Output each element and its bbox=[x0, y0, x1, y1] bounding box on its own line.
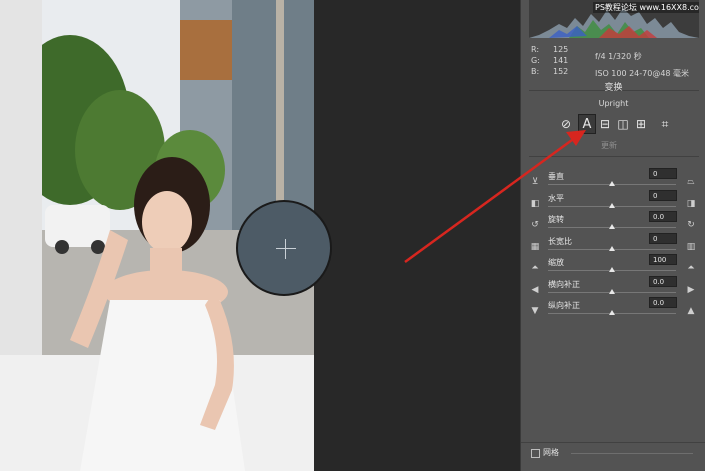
update-button[interactable]: 更新 bbox=[601, 140, 617, 151]
develop-panel: PS教程论坛 www.16XX8.com R: 125 G: 141 B: 152 f… bbox=[520, 0, 705, 471]
rgb-value: 152 bbox=[553, 67, 569, 76]
upright-level-button[interactable]: ⊟ bbox=[596, 114, 614, 134]
horizontal-left-icon[interactable]: ◧ bbox=[529, 198, 541, 210]
loupe-magnifier[interactable] bbox=[236, 200, 332, 296]
slider-thumb[interactable] bbox=[609, 245, 615, 251]
section-title-transform[interactable]: 变换 bbox=[521, 80, 705, 93]
grid-checkbox[interactable] bbox=[531, 449, 540, 458]
slider-value-field[interactable]: 0 bbox=[649, 189, 677, 201]
canvas-background bbox=[314, 0, 520, 471]
grid-slider-track[interactable] bbox=[571, 453, 663, 454]
upright-vertical-button[interactable]: ◫ bbox=[614, 114, 632, 134]
slider-value-field[interactable]: 0.0 bbox=[649, 275, 677, 287]
level-icon: ⊟ bbox=[599, 117, 611, 131]
slider-thumb[interactable] bbox=[609, 202, 615, 208]
rgb-row-b: B: 152 bbox=[531, 66, 568, 77]
aspect-right-icon[interactable]: ▥ bbox=[685, 241, 697, 253]
slider-aspect: ▦ 长宽比 0 ▥ bbox=[521, 232, 705, 257]
slider-value-field[interactable]: 100 bbox=[649, 254, 677, 265]
crosshair-vertical bbox=[285, 239, 286, 259]
slider-thumb[interactable] bbox=[609, 181, 615, 186]
rgb-readout: R: 125 G: 141 B: 152 bbox=[531, 44, 568, 77]
grid-label: 网格 bbox=[543, 448, 559, 457]
arrow-right-icon[interactable]: ▶ bbox=[685, 284, 697, 296]
upright-guided-button[interactable]: ⌗ bbox=[656, 114, 674, 134]
rotate-left-icon[interactable]: ↺ bbox=[529, 219, 541, 231]
rgb-value: 125 bbox=[553, 45, 569, 54]
slider-label: 长宽比 bbox=[548, 236, 572, 246]
scale-up-icon[interactable]: ⏶ bbox=[685, 262, 697, 274]
slider-value-field[interactable]: 0.0 bbox=[649, 211, 677, 222]
upright-off-button[interactable]: ⊘ bbox=[557, 114, 575, 134]
crosshair-icon bbox=[276, 248, 296, 249]
slider-value-field[interactable]: 0 bbox=[649, 232, 677, 244]
slider-scale: ⏶ 缩放 100 ⏶ bbox=[521, 254, 705, 278]
slider-value-field[interactable]: 0.0 bbox=[649, 297, 677, 308]
horizontal-right-icon[interactable]: ◨ bbox=[685, 198, 697, 210]
aspect-left-icon[interactable]: ▦ bbox=[529, 241, 541, 253]
rgb-row-r: R: 125 bbox=[531, 44, 568, 55]
slider-thumb[interactable] bbox=[609, 310, 615, 315]
exposure-info: f/4 1/320 秒 bbox=[595, 52, 642, 61]
scale-down-icon[interactable]: ⏶ bbox=[529, 262, 541, 274]
slider-y-offset: ▼ 纵向补正 0.0 ▲ bbox=[521, 297, 705, 321]
arrow-left-icon[interactable]: ◀ bbox=[529, 284, 541, 296]
slider-label: 纵向补正 bbox=[548, 301, 580, 310]
slider-label: 水平 bbox=[548, 193, 564, 203]
slider-x-offset: ◀ 横向补正 0.0 ▶ bbox=[521, 275, 705, 300]
watermark-text: PS教程论坛 www.16XX8.com bbox=[593, 2, 699, 13]
vertical-right-icon[interactable]: ⏢ bbox=[685, 176, 697, 188]
vertical-icon: ◫ bbox=[617, 117, 629, 131]
rgb-row-g: G: 141 bbox=[531, 55, 568, 66]
slider-thumb[interactable] bbox=[609, 267, 615, 272]
upright-full-button[interactable]: ⊞ bbox=[632, 114, 650, 134]
rgb-label: R: bbox=[531, 45, 540, 54]
rgb-value: 141 bbox=[553, 56, 569, 65]
slider-label: 缩放 bbox=[548, 258, 564, 267]
rgb-label: G: bbox=[531, 56, 540, 65]
arrow-up-icon[interactable]: ▲ bbox=[685, 305, 697, 317]
slider-thumb[interactable] bbox=[609, 288, 615, 294]
divider bbox=[529, 156, 699, 157]
histogram: PS教程论坛 www.16XX8.com bbox=[529, 0, 699, 38]
auto-a-icon: A bbox=[582, 116, 592, 132]
rotate-right-icon[interactable]: ↻ bbox=[685, 219, 697, 231]
camera-info: f/4 1/320 秒 ISO 100 24-70@48 毫米 bbox=[595, 48, 689, 82]
upright-auto-button[interactable]: A bbox=[578, 114, 596, 134]
slider-label: 垂直 bbox=[548, 172, 564, 181]
grid-slider-track-end bbox=[663, 453, 693, 454]
grid-control: 网格 bbox=[521, 442, 705, 463]
slider-value-field[interactable]: 0 bbox=[649, 168, 677, 179]
slider-vertical: ⊻ 垂直 0 ⏢ bbox=[521, 168, 705, 192]
slider-rotate: ↺ 旋转 0.0 ↻ bbox=[521, 211, 705, 235]
full-grid-icon: ⊞ bbox=[635, 117, 647, 131]
rgb-label: B: bbox=[531, 67, 540, 76]
arrow-down-icon[interactable]: ▼ bbox=[529, 305, 541, 317]
slider-label: 横向补正 bbox=[548, 279, 580, 289]
guided-crop-icon: ⌗ bbox=[661, 116, 669, 131]
slider-label: 旋转 bbox=[548, 215, 564, 224]
slider-horizontal: ◧ 水平 0 ◨ bbox=[521, 189, 705, 214]
slider-thumb[interactable] bbox=[609, 224, 615, 229]
vertical-left-icon[interactable]: ⊻ bbox=[529, 176, 541, 188]
no-sign-icon: ⊘ bbox=[560, 117, 572, 131]
upright-label: Upright bbox=[598, 99, 629, 108]
